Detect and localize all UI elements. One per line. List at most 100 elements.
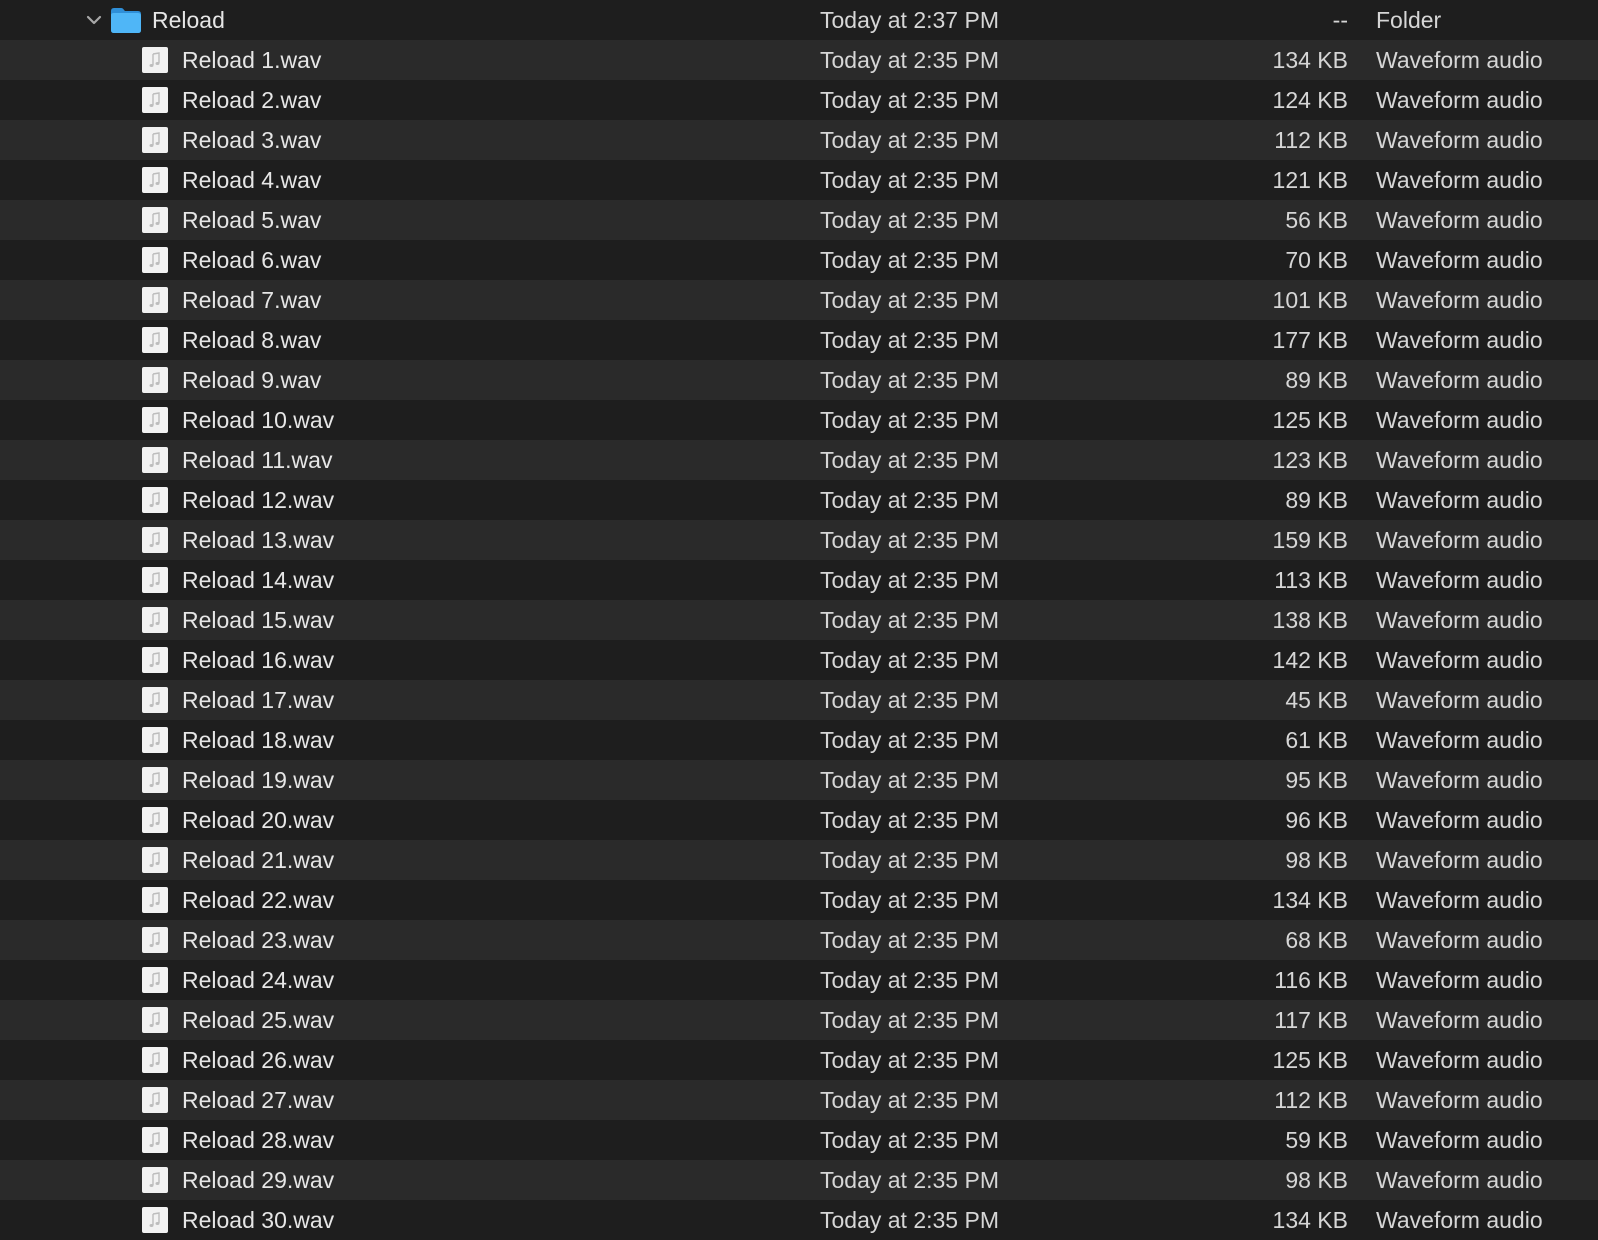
audio-file-icon <box>141 1206 169 1234</box>
chevron-down-icon[interactable] <box>84 10 104 30</box>
file-row[interactable]: Reload 10.wav Today at 2:35 PM 125 KB Wavef… <box>0 400 1598 440</box>
file-kind: Waveform audio <box>1376 1167 1543 1193</box>
file-kind: Waveform audio <box>1376 87 1543 113</box>
file-size: 117 KB <box>1274 1007 1348 1033</box>
file-date-modified: Today at 2:35 PM <box>820 167 999 193</box>
file-row[interactable]: Reload 1.wav Today at 2:35 PM 134 KB Wavefo… <box>0 40 1598 80</box>
file-row[interactable]: Reload 12.wav Today at 2:35 PM 89 KB Wavefo… <box>0 480 1598 520</box>
file-date-modified: Today at 2:35 PM <box>820 447 999 473</box>
file-row[interactable]: Reload 15.wav Today at 2:35 PM 138 KB Wavef… <box>0 600 1598 640</box>
file-date-modified: Today at 2:35 PM <box>820 1167 999 1193</box>
file-size: 68 KB <box>1285 927 1348 953</box>
file-size: 89 KB <box>1285 487 1348 513</box>
file-kind: Waveform audio <box>1376 447 1543 473</box>
file-size: 95 KB <box>1285 767 1348 793</box>
file-row[interactable]: Reload 20.wav Today at 2:35 PM 96 KB Wavefo… <box>0 800 1598 840</box>
file-date-modified: Today at 2:35 PM <box>820 1087 999 1113</box>
file-row[interactable]: Reload 29.wav Today at 2:35 PM 98 KB Wavefo… <box>0 1160 1598 1200</box>
file-name: Reload 25.wav <box>182 1007 335 1033</box>
file-size: 125 KB <box>1272 407 1348 433</box>
audio-file-icon <box>141 966 169 994</box>
file-kind: Waveform audio <box>1376 927 1543 953</box>
file-name: Reload 28.wav <box>182 1127 335 1153</box>
file-name: Reload 4.wav <box>182 167 322 193</box>
file-date-modified: Today at 2:35 PM <box>820 927 999 953</box>
file-name: Reload 19.wav <box>182 767 335 793</box>
file-name: Reload 21.wav <box>182 847 335 873</box>
audio-file-icon <box>141 646 169 674</box>
audio-file-icon <box>141 166 169 194</box>
file-size: 101 KB <box>1272 287 1348 313</box>
file-size: 61 KB <box>1285 727 1348 753</box>
file-date-modified: Today at 2:35 PM <box>820 247 999 273</box>
file-row[interactable]: Reload 11.wav Today at 2:35 PM 123 KB Wavef… <box>0 440 1598 480</box>
file-row[interactable]: Reload 25.wav Today at 2:35 PM 117 KB Wavef… <box>0 1000 1598 1040</box>
audio-file-icon <box>141 326 169 354</box>
file-date-modified: Today at 2:35 PM <box>820 967 999 993</box>
file-date-modified: Today at 2:35 PM <box>820 287 999 313</box>
file-row[interactable]: Reload 3.wav Today at 2:35 PM 112 KB Wavefo… <box>0 120 1598 160</box>
file-kind: Waveform audio <box>1376 1127 1543 1153</box>
file-row[interactable]: Reload 18.wav Today at 2:35 PM 61 KB Wavefo… <box>0 720 1598 760</box>
file-kind: Waveform audio <box>1376 1207 1543 1233</box>
file-kind: Waveform audio <box>1376 287 1543 313</box>
file-row[interactable]: Reload 16.wav Today at 2:35 PM 142 KB Wavef… <box>0 640 1598 680</box>
file-row[interactable]: Reload 24.wav Today at 2:35 PM 116 KB Wavef… <box>0 960 1598 1000</box>
audio-file-icon <box>141 1006 169 1034</box>
file-kind: Waveform audio <box>1376 887 1543 913</box>
file-size: 123 KB <box>1272 447 1348 473</box>
file-size: 56 KB <box>1285 207 1348 233</box>
file-row[interactable]: Reload 22.wav Today at 2:35 PM 134 KB Wavef… <box>0 880 1598 920</box>
file-row[interactable]: Reload 8.wav Today at 2:35 PM 177 KB Wavefo… <box>0 320 1598 360</box>
file-row[interactable]: Reload 21.wav Today at 2:35 PM 98 KB Wavefo… <box>0 840 1598 880</box>
audio-file-icon <box>141 446 169 474</box>
file-size: 70 KB <box>1285 247 1348 273</box>
folder-row[interactable]: Reload Today at 2:37 PM -- Folder <box>0 0 1598 40</box>
folder-size: -- <box>1332 7 1348 33</box>
file-date-modified: Today at 2:35 PM <box>820 887 999 913</box>
file-row[interactable]: Reload 5.wav Today at 2:35 PM 56 KB Wavefor… <box>0 200 1598 240</box>
file-name: Reload 5.wav <box>182 207 322 233</box>
audio-file-icon <box>141 406 169 434</box>
file-name: Reload 26.wav <box>182 1047 335 1073</box>
file-row[interactable]: Reload 4.wav Today at 2:35 PM 121 KB Wavefo… <box>0 160 1598 200</box>
file-name: Reload 11.wav <box>182 447 333 473</box>
file-name: Reload 27.wav <box>182 1087 335 1113</box>
file-kind: Waveform audio <box>1376 1007 1543 1033</box>
file-row[interactable]: Reload 6.wav Today at 2:35 PM 70 KB Wavefor… <box>0 240 1598 280</box>
audio-file-icon <box>141 126 169 154</box>
file-row[interactable]: Reload 23.wav Today at 2:35 PM 68 KB Wavefo… <box>0 920 1598 960</box>
audio-file-icon <box>141 1126 169 1154</box>
file-kind: Waveform audio <box>1376 487 1543 513</box>
file-size: 112 KB <box>1274 1087 1348 1113</box>
file-row[interactable]: Reload 28.wav Today at 2:35 PM 59 KB Wavefo… <box>0 1120 1598 1160</box>
file-kind: Waveform audio <box>1376 1087 1543 1113</box>
file-name: Reload 18.wav <box>182 727 335 753</box>
audio-file-icon <box>141 46 169 74</box>
file-date-modified: Today at 2:35 PM <box>820 807 999 833</box>
audio-file-icon <box>141 366 169 394</box>
audio-file-icon <box>141 726 169 754</box>
file-row[interactable]: Reload 9.wav Today at 2:35 PM 89 KB Wavefor… <box>0 360 1598 400</box>
file-row[interactable]: Reload 19.wav Today at 2:35 PM 95 KB Wavefo… <box>0 760 1598 800</box>
file-row[interactable]: Reload 13.wav Today at 2:35 PM 159 KB Wavef… <box>0 520 1598 560</box>
file-row[interactable]: Reload 7.wav Today at 2:35 PM 101 KB Wavefo… <box>0 280 1598 320</box>
file-date-modified: Today at 2:35 PM <box>820 847 999 873</box>
file-row[interactable]: Reload 14.wav Today at 2:35 PM 113 KB Wavef… <box>0 560 1598 600</box>
file-name: Reload 14.wav <box>182 567 335 593</box>
file-name: Reload 24.wav <box>182 967 335 993</box>
file-date-modified: Today at 2:35 PM <box>820 1207 999 1233</box>
audio-file-icon <box>141 526 169 554</box>
file-name: Reload 22.wav <box>182 887 335 913</box>
file-date-modified: Today at 2:35 PM <box>820 207 999 233</box>
file-name: Reload 12.wav <box>182 487 335 513</box>
file-kind: Waveform audio <box>1376 1047 1543 1073</box>
file-kind: Waveform audio <box>1376 207 1543 233</box>
file-row[interactable]: Reload 27.wav Today at 2:35 PM 112 KB Wavef… <box>0 1080 1598 1120</box>
file-row[interactable]: Reload 17.wav Today at 2:35 PM 45 KB Wavefo… <box>0 680 1598 720</box>
file-kind: Waveform audio <box>1376 807 1543 833</box>
audio-file-icon <box>141 846 169 874</box>
file-row[interactable]: Reload 30.wav Today at 2:35 PM 134 KB Wavef… <box>0 1200 1598 1240</box>
file-row[interactable]: Reload 26.wav Today at 2:35 PM 125 KB Wavef… <box>0 1040 1598 1080</box>
file-row[interactable]: Reload 2.wav Today at 2:35 PM 124 KB Wavefo… <box>0 80 1598 120</box>
